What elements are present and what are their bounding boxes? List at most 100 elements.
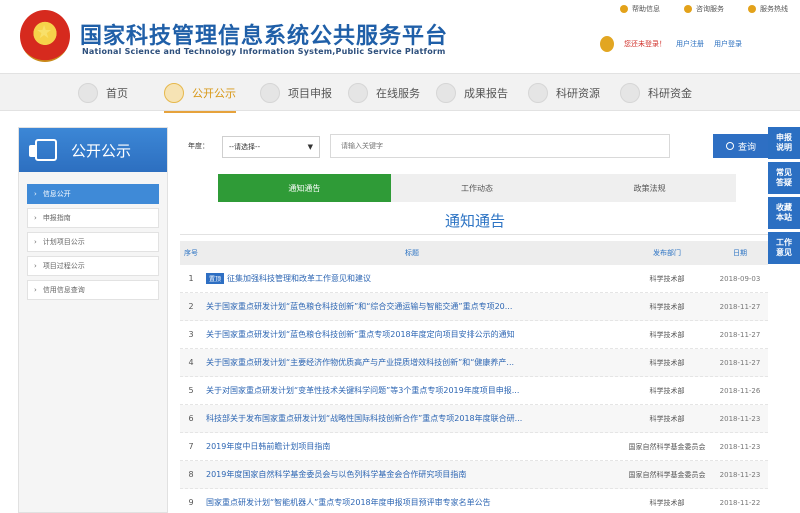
- star-icon: [528, 83, 548, 103]
- row-number: 8: [188, 470, 194, 479]
- login-link[interactable]: 用户登录: [714, 39, 742, 49]
- table-row[interactable]: 7 2019年度中日韩前瞻计划项目指南 国家自然科学基金委员会 2018-11-23: [180, 433, 768, 461]
- row-dept: 国家自然科学基金委员会: [628, 442, 706, 451]
- register-link[interactable]: 用户注册: [676, 39, 704, 49]
- tab-bar: 通知通告 工作动态 政策法规: [218, 174, 736, 202]
- top-links: 帮助信息 咨询服务 服务热线: [620, 4, 788, 14]
- chevron-right-icon: ›: [34, 286, 37, 294]
- tab-notices[interactable]: 通知通告: [218, 174, 391, 202]
- float-apply-guide[interactable]: 申报说明: [768, 127, 800, 159]
- sidebar: 公开公示 › 信息公开 › 申报指南 › 计划项目公示 › 项目过程公示 › 信用信息查询: [18, 127, 168, 513]
- user-icon: [600, 36, 614, 52]
- nav-item-home[interactable]: 首页: [78, 80, 128, 106]
- sidebar-item-credit[interactable]: › 信用信息查询: [27, 280, 159, 300]
- search-row: 年度： --请选择-- ▼ 查询: [180, 134, 770, 160]
- row-number: 4: [188, 358, 194, 367]
- row-dept: 科学技术部: [649, 386, 685, 395]
- nav-item-funds[interactable]: 科研资金: [620, 80, 692, 106]
- row-number: 1: [188, 274, 194, 283]
- row-dept: 科学技术部: [649, 498, 685, 507]
- top-link-hotline[interactable]: 服务热线: [748, 4, 788, 14]
- row-date: 2018-11-22: [719, 498, 761, 507]
- national-emblem-logo: ★: [20, 10, 70, 62]
- col-title: 标题: [405, 249, 419, 257]
- table-header: 序号 标题 发布部门 日期: [180, 241, 768, 265]
- row-title-link[interactable]: 国家重点研发计划“智能机器人”重点专项2018年度申报项目预评审专家名单公告: [202, 497, 622, 508]
- table-row[interactable]: 3 关于国家重点研发计划“蓝色粮仓科技创新”重点专项2018年度定向项目安排公示的…: [180, 321, 768, 349]
- sidebar-header: 公开公示: [19, 128, 167, 172]
- row-title-link[interactable]: 置顶 征集加强科技管理和改革工作意见和建议: [202, 273, 622, 284]
- table-row[interactable]: 8 2019年度国家自然科学基金委员会与以色列科学基金会合作研究项目指南 国家自然科…: [180, 461, 768, 489]
- notice-icon: [29, 139, 57, 161]
- row-title-link[interactable]: 关于对国家重点研发计划“变革性技术关键科学问题”等3个重点专项2019年度项目申…: [202, 385, 622, 396]
- table-row[interactable]: 2 关于国家重点研发计划“蓝色粮仓科技创新”和“综合交通运输与智能交通”重点专项2…: [180, 293, 768, 321]
- nav-item-online[interactable]: 在线服务: [348, 80, 420, 106]
- row-date: 2018-11-26: [719, 386, 761, 395]
- pen-icon: [260, 83, 280, 103]
- chevron-right-icon: ›: [34, 238, 37, 246]
- notice-table: 序号 标题 发布部门 日期 1 置顶 征集加强科技管理和改革工作意见和建议科学技术部…: [180, 241, 768, 513]
- row-title-link[interactable]: 关于国家重点研发计划“蓝色粮仓科技创新”和“综合交通运输与智能交通”重点专项20…: [202, 301, 622, 312]
- search-input[interactable]: [330, 134, 670, 158]
- site-header: ★ 国家科技管理信息系统公共服务平台 National Science and …: [0, 0, 800, 70]
- sidebar-item-info-public[interactable]: › 信息公开: [27, 184, 159, 204]
- row-dept: 科学技术部: [649, 302, 685, 311]
- site-title: 国家科技管理信息系统公共服务平台: [80, 24, 449, 49]
- row-title-link[interactable]: 2019年度中日韩前瞻计划项目指南: [202, 441, 622, 452]
- row-title-link[interactable]: 科技部关于发布国家重点研发计划“战略性国际科技创新合作”重点专项2018年度联合…: [202, 413, 622, 424]
- top-link-consult[interactable]: 咨询服务: [684, 4, 724, 14]
- pinned-badge: 置顶: [206, 273, 225, 284]
- nav-item-apply[interactable]: 项目申报: [260, 80, 332, 106]
- sidebar-item-process-notice[interactable]: › 项目过程公示: [27, 256, 159, 276]
- sidebar-item-guide[interactable]: › 申报指南: [27, 208, 159, 228]
- consult-icon: [684, 5, 692, 13]
- chevron-right-icon: ›: [34, 262, 37, 270]
- year-select[interactable]: --请选择-- ▼: [222, 136, 320, 158]
- row-date: 2018-11-27: [719, 302, 761, 311]
- section-title: 通知通告: [444, 212, 505, 230]
- table-row[interactable]: 5 关于对国家重点研发计划“变革性技术关键科学问题”等3个重点专项2019年度项目…: [180, 377, 768, 405]
- floating-toolbar: 申报说明 常见答疑 收藏本站 工作意见: [768, 127, 800, 267]
- row-date: 2018-11-23: [719, 414, 761, 423]
- float-faq[interactable]: 常见答疑: [768, 162, 800, 194]
- wrench-icon: [620, 83, 640, 103]
- nav-item-results[interactable]: 成果报告: [436, 80, 508, 106]
- row-date: 2018-11-23: [719, 442, 761, 451]
- caret-down-icon: ▼: [307, 143, 313, 151]
- row-dept: 科学技术部: [649, 358, 685, 367]
- row-dept: 科学技术部: [649, 414, 685, 423]
- help-icon: [620, 5, 628, 13]
- nav-item-public[interactable]: 公开公示: [164, 80, 236, 113]
- sidebar-item-plan-notice[interactable]: › 计划项目公示: [27, 232, 159, 252]
- chevron-right-icon: ›: [34, 214, 37, 222]
- table-row[interactable]: 4 关于国家重点研发计划“主要经济作物优质高产与产业提质增效科技创新”和“健康养产…: [180, 349, 768, 377]
- top-link-help[interactable]: 帮助信息: [620, 4, 660, 14]
- home-icon: [78, 83, 98, 103]
- row-date: 2018-11-27: [719, 358, 761, 367]
- login-area: 您还未登录！ 用户注册 用户登录: [600, 36, 742, 52]
- row-date: 2018-11-23: [719, 470, 761, 479]
- row-number: 5: [188, 386, 194, 395]
- phone-icon: [748, 5, 756, 13]
- nav-item-resources[interactable]: 科研资源: [528, 80, 600, 106]
- tab-work-news[interactable]: 工作动态: [391, 174, 564, 202]
- table-row[interactable]: 1 置顶 征集加强科技管理和改革工作意见和建议 科学技术部 2018-09-03: [180, 265, 768, 293]
- row-title-link[interactable]: 2019年度国家自然科学基金委员会与以色列科学基金会合作研究项目指南: [202, 469, 622, 480]
- tab-policies[interactable]: 政策法规: [563, 174, 736, 202]
- table-row[interactable]: 9 国家重点研发计划“智能机器人”重点专项2018年度申报项目预评审专家名单公告 科…: [180, 489, 768, 513]
- table-row[interactable]: 6 科技部关于发布国家重点研发计划“战略性国际科技创新合作”重点专项2018年度联…: [180, 405, 768, 433]
- chevron-right-icon: ›: [34, 190, 37, 198]
- float-feedback[interactable]: 工作意见: [768, 232, 800, 264]
- main-nav: 首页 公开公示 项目申报 在线服务 成果报告 科研资源 科研资金: [0, 73, 800, 113]
- row-number: 9: [188, 498, 194, 507]
- row-date: 2018-09-03: [719, 274, 761, 283]
- row-number: 7: [188, 442, 194, 451]
- search-button[interactable]: 查询: [713, 134, 769, 158]
- col-dept: 发布部门: [653, 249, 681, 257]
- row-title-link[interactable]: 关于国家重点研发计划“蓝色粮仓科技创新”重点专项2018年度定向项目安排公示的通…: [202, 329, 622, 340]
- float-bookmark[interactable]: 收藏本站: [768, 197, 800, 229]
- col-no: 序号: [184, 249, 198, 257]
- row-title-link[interactable]: 关于国家重点研发计划“主要经济作物优质高产与产业提质增效科技创新”和“健康养产.…: [202, 357, 622, 368]
- row-date: 2018-11-27: [719, 330, 761, 339]
- divider: [180, 234, 770, 235]
